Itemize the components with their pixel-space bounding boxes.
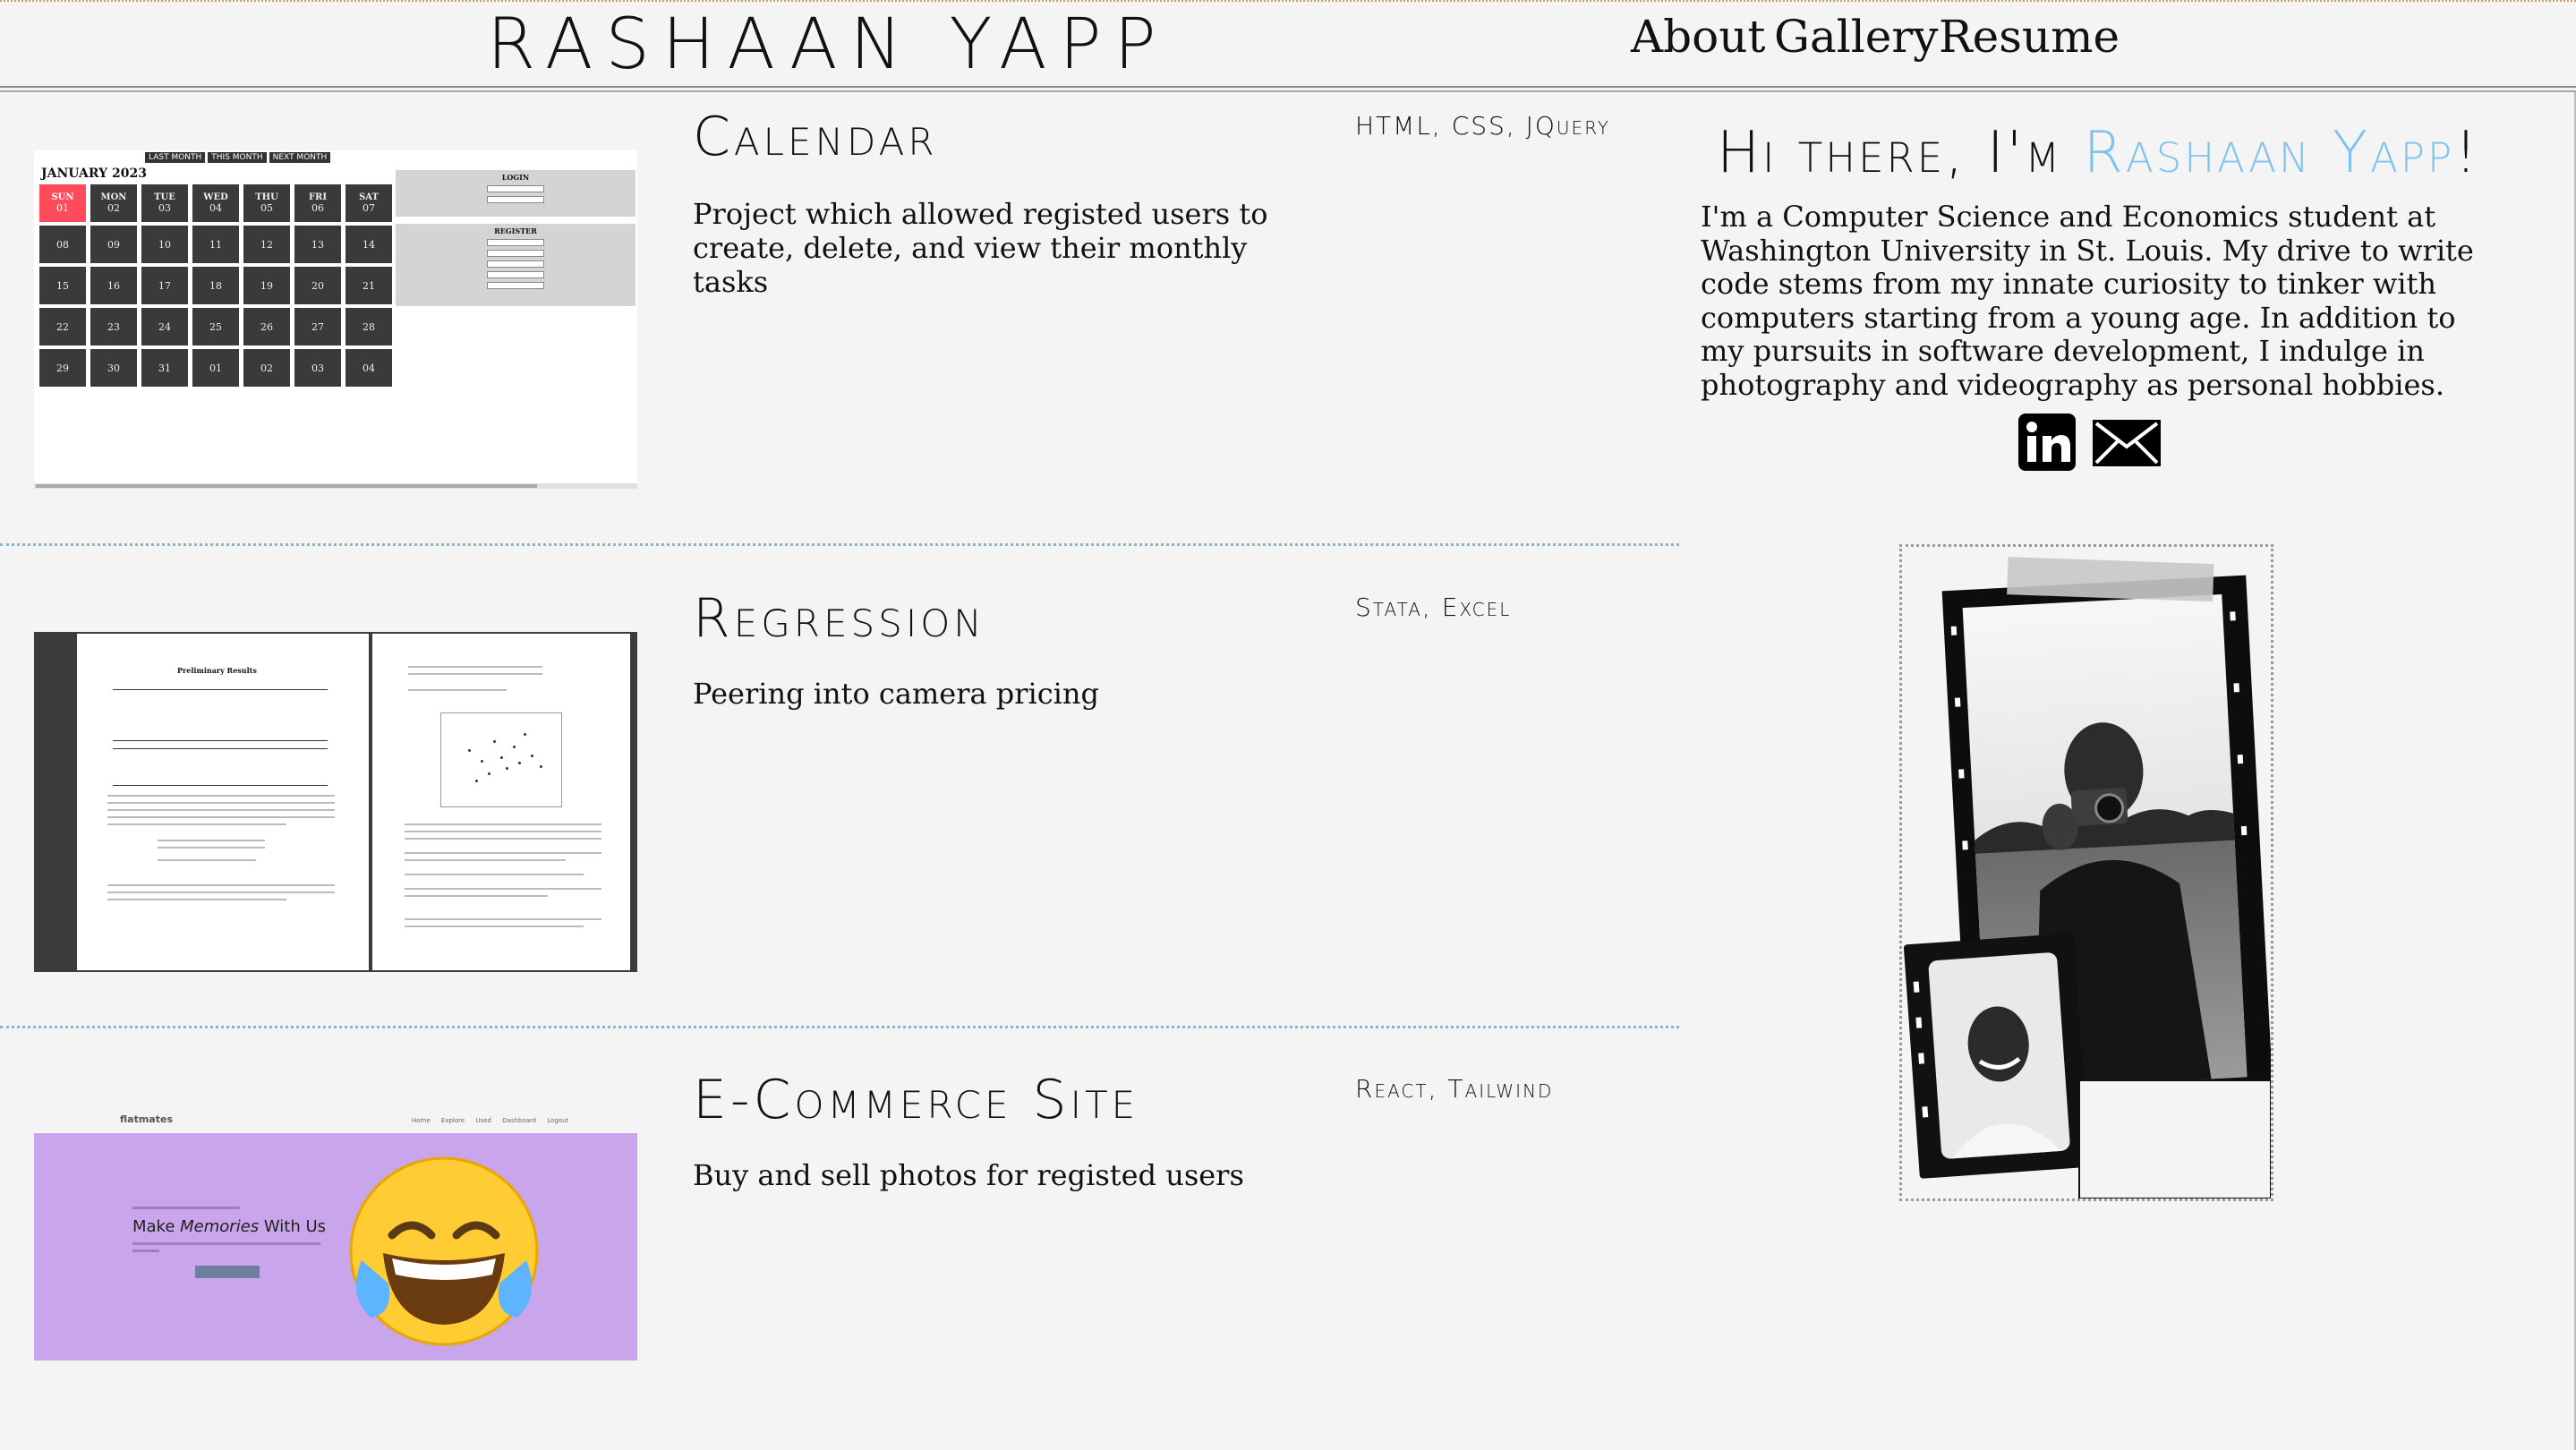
project-description-regression: Peering into camera pricing — [693, 677, 1099, 711]
register-label: REGISTER — [494, 226, 537, 235]
ecommerce-nav-links: Home Explore Used Dashboard Logout — [412, 1117, 569, 1124]
calendar-day-cell: 03 — [294, 349, 341, 387]
register-field — [487, 260, 544, 268]
calendar-grid: SUN 01 MON 02 TUE 03 WED 04 THU 05 FRI 06 SAT 07 08 09 1… — [39, 184, 422, 387]
site-header — [0, 0, 2576, 88]
photo-collage — [1903, 557, 2273, 1199]
calendar-day-cell: 25 — [192, 308, 239, 345]
login-label: LOGIN — [501, 173, 530, 182]
project-tech-regression: Stata, Excel — [1355, 593, 1512, 622]
calendar-day-cell: 04 — [345, 349, 392, 387]
regression-thumbnail[interactable]: Preliminary Results — [34, 632, 637, 972]
calendar-day-cell: 30 — [90, 349, 137, 387]
nav-gallery[interactable]: Gallery — [1774, 11, 1938, 63]
site-logo[interactable]: RASHAAN YAPP — [487, 0, 1169, 90]
project-title-ecommerce: E-Commerce Site — [693, 1069, 1139, 1131]
login-password-field — [487, 196, 544, 203]
calendar-day-cell: 22 — [39, 308, 86, 345]
calendar-day-cell: MON 02 — [90, 184, 137, 222]
section-divider — [0, 543, 1679, 546]
register-field — [487, 239, 544, 246]
register-field — [487, 271, 544, 278]
calendar-day-cell: 23 — [90, 308, 137, 345]
report-table — [113, 689, 328, 741]
hero-name: Rashaan Yapp — [2083, 120, 2455, 186]
calendar-day-cell: 10 — [141, 226, 188, 263]
scatter-plot — [440, 712, 562, 807]
report-page-left: Preliminary Results — [77, 634, 369, 970]
photo-collage-frame — [1899, 544, 2273, 1201]
calendar-day-cell: THU 05 — [243, 184, 290, 222]
report-table — [113, 748, 328, 786]
login-panel: LOGIN — [396, 170, 635, 217]
report-page-right — [372, 634, 630, 970]
calendar-thumbnail[interactable]: LAST MONTH THIS MONTH NEXT MONTH JANUARY… — [34, 150, 637, 489]
ecommerce-thumbnail[interactable]: flatmates Home Explore Used Dashboard Lo… — [34, 1110, 637, 1360]
report-page-title: Preliminary Results — [177, 666, 257, 675]
hero-greeting: Hi there, I'm Rashaan Yapp! — [1717, 120, 2480, 186]
ecommerce-eyebrow — [132, 1207, 240, 1209]
header-rule — [0, 86, 2576, 88]
section-divider — [0, 1026, 1679, 1028]
project-title-regression: Regression — [693, 587, 985, 650]
calendar-day-cell: 27 — [294, 308, 341, 345]
linkedin-icon[interactable] — [2017, 413, 2077, 472]
calendar-day-cell: SAT 07 — [345, 184, 392, 222]
register-field — [487, 250, 544, 257]
calendar-day-cell: 28 — [345, 308, 392, 345]
calendar-day-cell: 24 — [141, 308, 188, 345]
register-panel: REGISTER — [396, 224, 635, 306]
register-field — [487, 282, 544, 289]
calendar-day-cell: 02 — [243, 349, 290, 387]
calendar-day-cell: 17 — [141, 267, 188, 304]
calendar-day-cell: 14 — [345, 226, 392, 263]
ecommerce-cta-button — [195, 1266, 260, 1278]
project-title-calendar: Calendar — [693, 106, 938, 168]
calendar-day-cell: 12 — [243, 226, 290, 263]
ecommerce-subtext — [132, 1242, 320, 1245]
calendar-day-cell: WED 04 — [192, 184, 239, 222]
calendar-month-label: JANUARY 2023 — [41, 166, 147, 181]
ecommerce-subtext — [132, 1250, 159, 1252]
login-username-field — [487, 185, 544, 192]
calendar-month-buttons: LAST MONTH THIS MONTH NEXT MONTH — [145, 152, 331, 163]
calendar-day-cell: 16 — [90, 267, 137, 304]
calendar-day-cell: 11 — [192, 226, 239, 263]
calendar-day-cell: TUE 03 — [141, 184, 188, 222]
this-month-button: THIS MONTH — [208, 152, 267, 163]
last-month-button: LAST MONTH — [145, 152, 206, 163]
next-month-button: NEXT MONTH — [269, 152, 331, 163]
calendar-day-cell: 01 — [192, 349, 239, 387]
header-rule-secondary — [0, 90, 2576, 92]
calendar-day-cell: SUN 01 — [39, 184, 86, 222]
calendar-day-cell: 26 — [243, 308, 290, 345]
calendar-day-cell: 09 — [90, 226, 137, 263]
calendar-day-cell: 13 — [294, 226, 341, 263]
calendar-day-cell: 15 — [39, 267, 86, 304]
project-tech-ecommerce: React, Tailwind — [1355, 1074, 1554, 1104]
calendar-day-cell: 08 — [39, 226, 86, 263]
project-description-ecommerce: Buy and sell photos for registed users — [693, 1158, 1244, 1192]
hero-bio: I'm a Computer Science and Economics stu… — [1701, 200, 2474, 402]
nav-resume[interactable]: Resume — [1939, 11, 2120, 63]
ecommerce-tagline: Make Memories With Us — [132, 1217, 327, 1236]
calendar-day-cell: 21 — [345, 267, 392, 304]
face-with-tears-of-joy-icon — [349, 1156, 539, 1346]
calendar-day-cell: FRI 06 — [294, 184, 341, 222]
ecommerce-hero-band — [34, 1133, 637, 1360]
calendar-day-cell: 19 — [243, 267, 290, 304]
calendar-day-cell: 29 — [39, 349, 86, 387]
mail-icon[interactable] — [2091, 416, 2162, 470]
calendar-day-cell: 20 — [294, 267, 341, 304]
project-description-calendar: Project which allowed registed users to … — [693, 197, 1268, 299]
calendar-day-cell: 31 — [141, 349, 188, 387]
nav-about[interactable]: About — [1631, 11, 1766, 63]
ecommerce-brand: flatmates — [120, 1113, 173, 1125]
thumbnail-scrollbar — [34, 483, 637, 489]
project-tech-calendar: HTML, CSS, JQuery — [1355, 111, 1611, 141]
calendar-day-cell: 18 — [192, 267, 239, 304]
